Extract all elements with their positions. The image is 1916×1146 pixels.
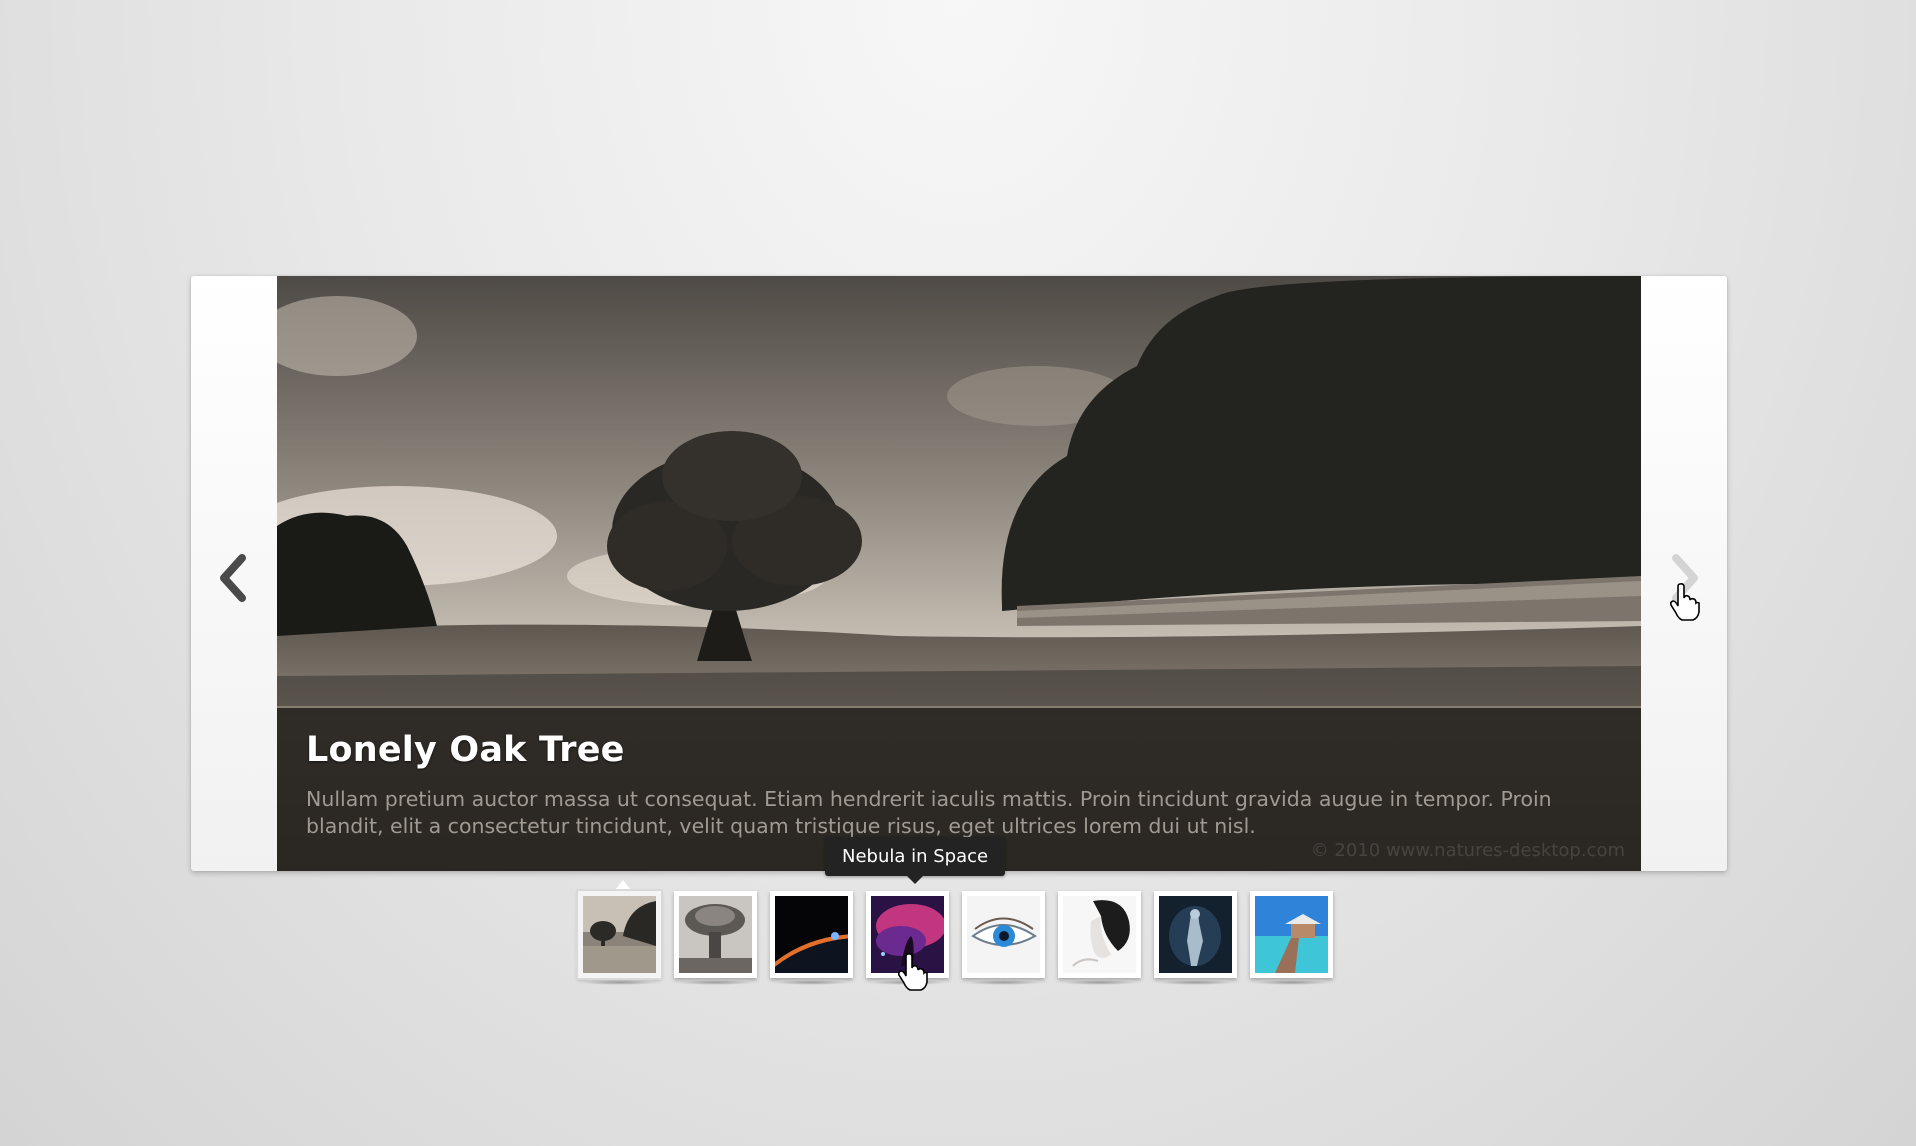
thumbnail-oak-tree[interactable] — [576, 889, 663, 985]
slide-description: Nullam pretium auctor massa ut consequat… — [306, 787, 1552, 838]
prev-arrow-button[interactable] — [209, 548, 257, 608]
figure-sculpture-thumbnail-image — [1159, 896, 1232, 973]
thumbnail-strip — [576, 889, 1333, 987]
copyright-watermark: © 2010 www.natures-desktop.com — [1310, 840, 1625, 861]
next-arrow-button[interactable] — [1661, 548, 1709, 608]
thumbnail-nebula[interactable] — [866, 891, 949, 985]
beach-pier-thumbnail-image — [1255, 896, 1328, 973]
thumbnail-woman-profile[interactable] — [1058, 891, 1141, 985]
slide-title: Lonely Oak Tree — [306, 730, 625, 770]
eye-thumbnail-image — [967, 896, 1040, 973]
image-slider: Lonely Oak Tree Nullam pretium auctor ma… — [191, 276, 1727, 871]
active-thumbnail-pointer — [615, 880, 631, 890]
thumbnail-figure-sculpture[interactable] — [1154, 891, 1237, 985]
thumbnail-beach-pier[interactable] — [1250, 891, 1333, 985]
thumbnail-tooltip: Nebula in Space — [825, 837, 1006, 884]
nebula-thumbnail-image — [871, 896, 944, 973]
slide-image: Lonely Oak Tree Nullam pretium auctor ma… — [277, 276, 1641, 871]
chevron-right-icon — [1672, 554, 1698, 602]
chevron-left-icon — [220, 554, 246, 602]
thumbnail-planet-horizon[interactable] — [770, 891, 853, 985]
thumbnail-eye[interactable] — [962, 891, 1045, 985]
oak-tree-thumbnail-image — [583, 896, 656, 973]
woman-profile-thumbnail-image — [1063, 896, 1136, 973]
mushroom-explosion-thumbnail-image — [679, 896, 752, 973]
planet-horizon-thumbnail-image — [775, 896, 848, 973]
thumbnail-mushroom-explosion[interactable] — [674, 891, 757, 985]
